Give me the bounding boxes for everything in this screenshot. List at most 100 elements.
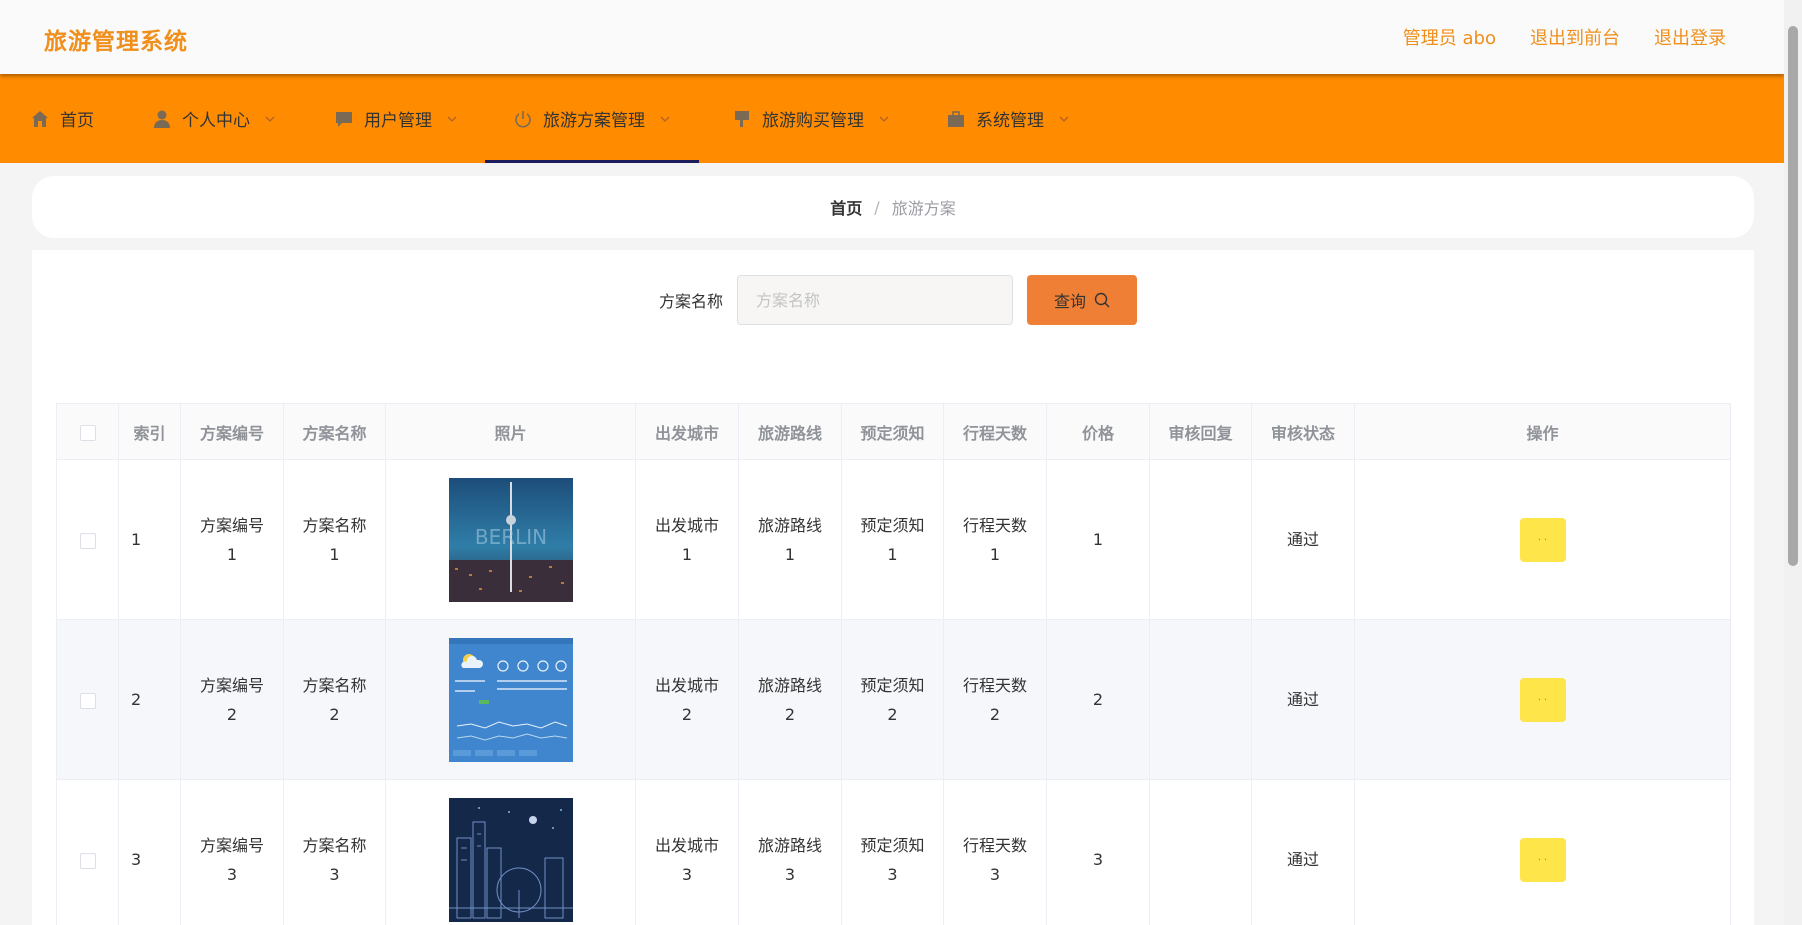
city-value: 3: [681, 864, 693, 884]
notice-cell: 预定须知 3: [841, 779, 944, 925]
column-header: 方案名称: [283, 403, 386, 460]
column-header: 审核回复: [1149, 403, 1252, 460]
plan-no-text: 方案编号: [199, 515, 264, 535]
column-header: 旅游路线: [738, 403, 842, 460]
plan-photo: BERLIN: [448, 477, 573, 602]
home-icon: [32, 110, 48, 127]
status-cell: 通过: [1251, 619, 1355, 780]
city-text: 出发城市: [654, 675, 719, 695]
notice-text: 预定须知: [860, 675, 925, 695]
plan-no-cell: 方案编号 3: [180, 779, 284, 925]
nav-label-system-management: 系统管理: [976, 111, 1044, 131]
admin-user-label: 管理员 abo: [1402, 28, 1496, 49]
header-links: 管理员 abo 退出到前台 退出登录: [1403, 24, 1726, 50]
reply-cell: [1149, 459, 1252, 620]
table-header-row: 索引 方案编号 方案名称 照片 出发城市 旅游路线 预定须知 行程天数 价格 审…: [56, 403, 1731, 460]
notice-cell: 预定须知 1: [841, 459, 944, 620]
price-cell: 2: [1046, 619, 1150, 780]
page-scrollbar[interactable]: [1784, 0, 1802, 925]
column-header: 价格: [1046, 403, 1150, 460]
table-row: 1 方案编号 1 方案名称 1 BERLIN 出发城市 1 旅游路线 1 预定须…: [56, 459, 1731, 620]
plan-name-value: 2: [329, 704, 340, 724]
nav-item-travel-purchase-management[interactable]: 旅游购买管理: [732, 74, 890, 163]
search-label: 方案名称: [658, 292, 723, 311]
plan-no-text: 方案编号: [199, 675, 264, 695]
plan-no-value: 3: [226, 864, 238, 884]
chevron-down-icon: [265, 116, 275, 122]
column-header: 预定须知: [841, 403, 944, 460]
nav-item-system-management[interactable]: 系统管理: [946, 74, 1070, 163]
plan-name-value: 3: [329, 864, 340, 884]
plan-photo: [448, 797, 573, 922]
search-button-label: 查询: [1053, 292, 1086, 311]
days-value: 1: [989, 544, 1001, 564]
chevron-down-icon: [1059, 116, 1069, 122]
select-all-checkbox[interactable]: [79, 424, 96, 441]
plan-name-cell: 方案名称 3: [283, 779, 386, 925]
plan-name-text: 方案名称: [302, 675, 367, 695]
svg-text:BERLIN: BERLIN: [474, 525, 546, 549]
chat-icon: [336, 111, 352, 127]
table-row: 3 方案编号 3 方案名称 3 出发城市 3 旅游路线 3 预定须知 3 行程天…: [56, 779, 1731, 925]
route-text: 旅游路线: [757, 835, 822, 855]
operation-button[interactable]: · ·: [1519, 837, 1566, 882]
row-index: 3: [118, 779, 181, 925]
nav-label-home: 首页: [60, 111, 94, 131]
plan-photo: [448, 637, 573, 762]
reply-cell: [1149, 779, 1252, 925]
row-select-cell: [56, 619, 119, 780]
route-cell: 旅游路线 1: [738, 459, 842, 620]
column-header: 行程天数: [943, 403, 1047, 460]
plan-no-text: 方案编号: [199, 835, 264, 855]
operation-button[interactable]: · ·: [1519, 677, 1566, 722]
plan-name-text: 方案名称: [302, 515, 367, 535]
photo-cell: [385, 619, 636, 780]
search-button[interactable]: 查询: [1027, 275, 1137, 325]
plan-name-text: 方案名称: [302, 835, 367, 855]
power-icon: [515, 110, 531, 127]
days-cell: 行程天数 2: [943, 619, 1047, 780]
days-value: 3: [989, 864, 1001, 884]
status-cell: 通过: [1251, 459, 1355, 620]
days-text: 行程天数: [962, 675, 1027, 695]
route-value: 2: [784, 704, 796, 724]
nav-item-travel-plan-management[interactable]: 旅游方案管理: [485, 74, 699, 163]
notice-value: 3: [887, 864, 898, 884]
column-header: 方案编号: [180, 403, 284, 460]
nav-item-personal-center[interactable]: 个人中心: [152, 74, 276, 163]
photo-cell: BERLIN: [385, 459, 636, 620]
row-select-cell: [56, 779, 119, 925]
plan-name-value: 1: [329, 544, 340, 564]
route-text: 旅游路线: [757, 675, 822, 695]
city-cell: 出发城市 2: [635, 619, 739, 780]
row-checkbox[interactable]: [79, 852, 96, 869]
plan-name-search-input[interactable]: [737, 275, 1013, 325]
user-icon: [154, 110, 170, 128]
route-cell: 旅游路线 2: [738, 619, 842, 780]
days-cell: 行程天数 3: [943, 779, 1047, 925]
chevron-down-icon: [660, 116, 670, 122]
breadcrumb-separator: /: [874, 197, 880, 217]
days-text: 行程天数: [962, 835, 1027, 855]
operation-button[interactable]: · ·: [1519, 517, 1566, 562]
days-value: 2: [989, 704, 1001, 724]
nav-item-user-management[interactable]: 用户管理: [334, 74, 458, 163]
nav-label-user-management: 用户管理: [364, 111, 432, 131]
nav-label-personal-center: 个人中心: [182, 111, 250, 131]
app-title: 旅游管理系统: [44, 28, 188, 55]
breadcrumb-home[interactable]: 首页: [830, 195, 862, 219]
nav-label-travel-plan-management: 旅游方案管理: [543, 111, 645, 131]
column-header: 审核状态: [1251, 403, 1355, 460]
scrollbar-thumb[interactable]: [1788, 26, 1798, 566]
chevron-down-icon: [879, 116, 889, 122]
logout-link[interactable]: 退出登录: [1654, 24, 1726, 50]
row-checkbox[interactable]: [79, 532, 96, 549]
plan-no-cell: 方案编号 1: [180, 459, 284, 620]
city-text: 出发城市: [654, 835, 719, 855]
nav-item-home[interactable]: 首页: [30, 74, 94, 163]
exit-to-frontend-link[interactable]: 退出到前台: [1530, 24, 1620, 50]
notice-cell: 预定须知 2: [841, 619, 944, 780]
row-checkbox[interactable]: [79, 692, 96, 709]
city-value: 2: [681, 704, 693, 724]
plan-no-value: 2: [226, 704, 238, 724]
